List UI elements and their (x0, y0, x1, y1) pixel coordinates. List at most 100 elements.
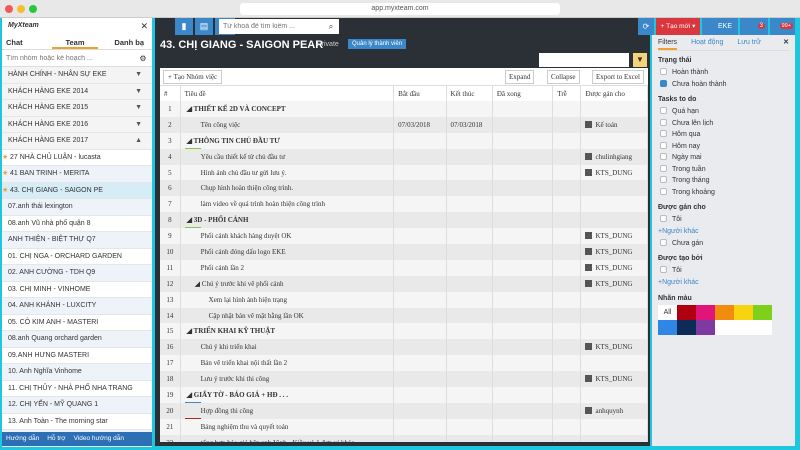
collapse-icon[interactable]: ◢ (187, 327, 194, 335)
status-checkbox[interactable]: Hoàn thành (658, 67, 789, 79)
task-title[interactable]: làm video về quá trình hoàn thiện công t… (180, 196, 395, 213)
tab-chat[interactable]: Chat (2, 35, 52, 49)
calendar-icon[interactable]: ▤ (195, 18, 213, 35)
sidebar-item[interactable]: HÀNH CHÍNH - NHÂN SỰ EKE ▼ (2, 67, 152, 84)
table-row[interactable]: 2 Tên công việc 07/03/2018 07/03/2018 Kế… (160, 116, 648, 133)
task-filter-checkbox[interactable]: Trong tuần (658, 164, 789, 176)
unassigned-checkbox[interactable]: Chưa gán (658, 238, 789, 250)
export-excel-button[interactable]: Export to Excel (592, 70, 644, 84)
sidebar-item[interactable]: KHÁCH HÀNG EKE 2017 ▲ (2, 133, 152, 150)
table-row[interactable]: 14 Cập nhật bản vẽ mặt bằng lần OK (160, 307, 648, 324)
color-all[interactable]: All (658, 304, 677, 320)
sidebar-item[interactable]: ★ 27 NHÀ CHỦ LUẬN - lucasta (2, 150, 152, 166)
sidebar-item[interactable]: ★ 41 BAN TRINH - MERITA (2, 166, 152, 183)
task-title[interactable]: Hợp đồng thi công (180, 402, 395, 419)
group-search-input[interactable] (2, 50, 134, 66)
address-bar[interactable]: app.myxteam.com (240, 3, 560, 15)
sidebar-item[interactable]: 07.anh thái lexington (2, 199, 152, 216)
task-title[interactable]: Chụp hình hoàn thiện công trình. (180, 180, 395, 197)
help-link[interactable]: Hướng dẫn (6, 432, 39, 446)
notification-bell[interactable]: 99+ (770, 18, 795, 35)
filter-icon[interactable]: ▼ (633, 53, 647, 67)
sidebar-item[interactable]: ANH THIỆN - BIỆT THỰ Q7 (2, 232, 152, 249)
table-row[interactable]: 21 Bảng nghiệm thu và quyết toán (160, 418, 648, 435)
table-row[interactable]: 13 Xem lại hình ảnh hiện trạng (160, 291, 648, 308)
task-filter-checkbox[interactable]: Trong tháng (658, 175, 789, 187)
collapse-button[interactable]: Collapse (547, 70, 580, 84)
color-swatch[interactable] (753, 304, 772, 320)
support-link[interactable]: Hỗ trợ (47, 432, 65, 446)
color-swatch[interactable] (696, 304, 715, 320)
table-row[interactable]: 8 ◢ 3D - PHỐI CẢNH (160, 212, 648, 229)
close-icon[interactable]: ✕ (783, 35, 789, 51)
column-header[interactable]: Trễ (552, 86, 582, 101)
task-filter-checkbox[interactable]: Ngày mai (658, 152, 789, 164)
collapse-icon[interactable]: ◢ (187, 216, 194, 224)
task-filter-checkbox[interactable]: Chưa lên lịch (658, 118, 789, 130)
gear-icon[interactable]: ⚙ (134, 50, 152, 66)
maximize-icon[interactable] (29, 5, 37, 13)
manage-members-button[interactable]: Quản lý thành viên (348, 39, 407, 49)
column-header[interactable]: # (160, 86, 181, 101)
search-icon[interactable]: ⌕ (323, 19, 339, 34)
color-swatch[interactable] (677, 319, 696, 335)
task-title[interactable]: Lưu ý trước khi thi công (180, 371, 395, 388)
assigned-other-link[interactable]: +Người khác (658, 226, 789, 238)
tab-filters[interactable]: Filters (658, 35, 678, 50)
table-row[interactable]: 16 Chú ý khi triển khai KTS_DUNG (160, 339, 648, 356)
video-guide-link[interactable]: Video hướng dẫn (74, 432, 124, 446)
task-title[interactable]: tổng hợp báo giá bên anh Vinh - Kiều và … (180, 434, 395, 442)
table-row[interactable]: 11 Phối cảnh lần 2 KTS_DUNG (160, 259, 648, 276)
sidebar-item[interactable]: 05. CÔ KIM ANH - MASTERI (2, 315, 152, 331)
table-row[interactable]: 3 ◢ THÔNG TIN CHỦ ĐẦU TƯ (160, 132, 648, 149)
task-title[interactable]: Tên công việc (180, 116, 395, 133)
task-title[interactable]: Chú ý khi triển khai (180, 339, 395, 356)
task-title[interactable]: Phối cảnh khách hàng duyệt OK (180, 228, 395, 245)
close-window-icon[interactable] (5, 5, 13, 13)
task-title[interactable]: Hình ảnh chủ đầu tư gửi lưu ý. (180, 164, 395, 181)
sidebar-item[interactable]: ★ 43. CHỊ GIANG - SAIGON PE (2, 182, 152, 199)
task-title[interactable]: ◢ Chú ý trước khi vẽ phối cảnh (180, 275, 395, 292)
color-swatch[interactable] (658, 319, 677, 335)
column-header[interactable]: Đã xong (492, 86, 554, 101)
sidebar-item[interactable]: 04. ANH KHÁNH - LUXCITY (2, 298, 152, 315)
column-header[interactable]: Được gán cho (580, 86, 648, 101)
chevron-icon[interactable]: ▼ (135, 100, 142, 116)
table-row[interactable]: 4 Yêu cầu thiết kế từ chủ đầu tư chulinh… (160, 148, 648, 165)
assigned-me-checkbox[interactable]: Tôi (658, 214, 789, 226)
chevron-icon[interactable]: ▼ (135, 84, 142, 100)
settings-badge[interactable]: 3 (740, 18, 768, 35)
table-row[interactable]: 5 Hình ảnh chủ đầu tư gửi lưu ý. KTS_DUN… (160, 164, 648, 181)
sidebar-item[interactable]: KHÁCH HÀNG EKE 2014 ▼ (2, 83, 152, 100)
collapse-icon[interactable]: ◢ (195, 280, 202, 288)
task-filter-checkbox[interactable]: Hôm qua (658, 129, 789, 141)
table-row[interactable]: 12 ◢ Chú ý trước khi vẽ phối cảnh KTS_DU… (160, 275, 648, 292)
task-title[interactable]: Phối cảnh lần 2 (180, 259, 395, 276)
sidebar-item[interactable]: 08.anh Vũ nhà phố quận 8 (2, 216, 152, 232)
tab-activity[interactable]: Hoạt động (691, 35, 723, 50)
column-header[interactable]: Bắt đầu (393, 86, 447, 101)
table-row[interactable]: 1 ◢ THIẾT KẾ 2D VÀ CONCEPT (160, 101, 648, 117)
table-row[interactable]: 22 tổng hợp báo giá bên anh Vinh - Kiều … (160, 434, 648, 442)
table-row[interactable]: 19 ◢ GIẤY TỜ - BÁO GIÁ + HĐ . . . (160, 387, 648, 403)
tab-team[interactable]: Team (52, 35, 98, 49)
chevron-icon[interactable]: ▼ (135, 117, 142, 133)
table-row[interactable]: 17 Bản vẽ triển khai nội thất lần 2 (160, 355, 648, 372)
table-row[interactable]: 15 ◢ TRIỂN KHAI KỸ THUẬT (160, 323, 648, 340)
close-icon[interactable]: ✕ (140, 21, 148, 32)
task-filter-checkbox[interactable]: Quá hạn (658, 106, 789, 118)
table-row[interactable]: 9 Phối cảnh khách hàng duyệt OK KTS_DUNG (160, 228, 648, 245)
add-group-button[interactable]: + Tạo Nhóm việc (163, 70, 223, 84)
task-title[interactable]: Bảng nghiệm thu và quyết toán (180, 418, 395, 435)
collapse-icon[interactable]: ◢ (187, 391, 194, 399)
status-checkbox[interactable]: Chưa hoàn thành (658, 79, 789, 91)
task-title[interactable]: ◢ 3D - PHỐI CẢNH (180, 212, 395, 229)
sidebar-item[interactable]: 02. ANH CƯỜNG - TDH Q9 (2, 265, 152, 282)
column-header[interactable]: Tiêu đề (180, 86, 395, 101)
task-title[interactable]: ◢ GIẤY TỜ - BÁO GIÁ + HĐ . . . (180, 387, 395, 403)
table-row[interactable]: 10 Phối cảnh đóng dấu logo EKE KTS_DUNG (160, 244, 648, 260)
collapse-icon[interactable]: ◢ (187, 137, 194, 145)
column-header[interactable]: Kết thúc (446, 86, 493, 101)
color-swatch[interactable] (734, 304, 753, 320)
chart-icon[interactable]: ▮ (175, 18, 193, 35)
